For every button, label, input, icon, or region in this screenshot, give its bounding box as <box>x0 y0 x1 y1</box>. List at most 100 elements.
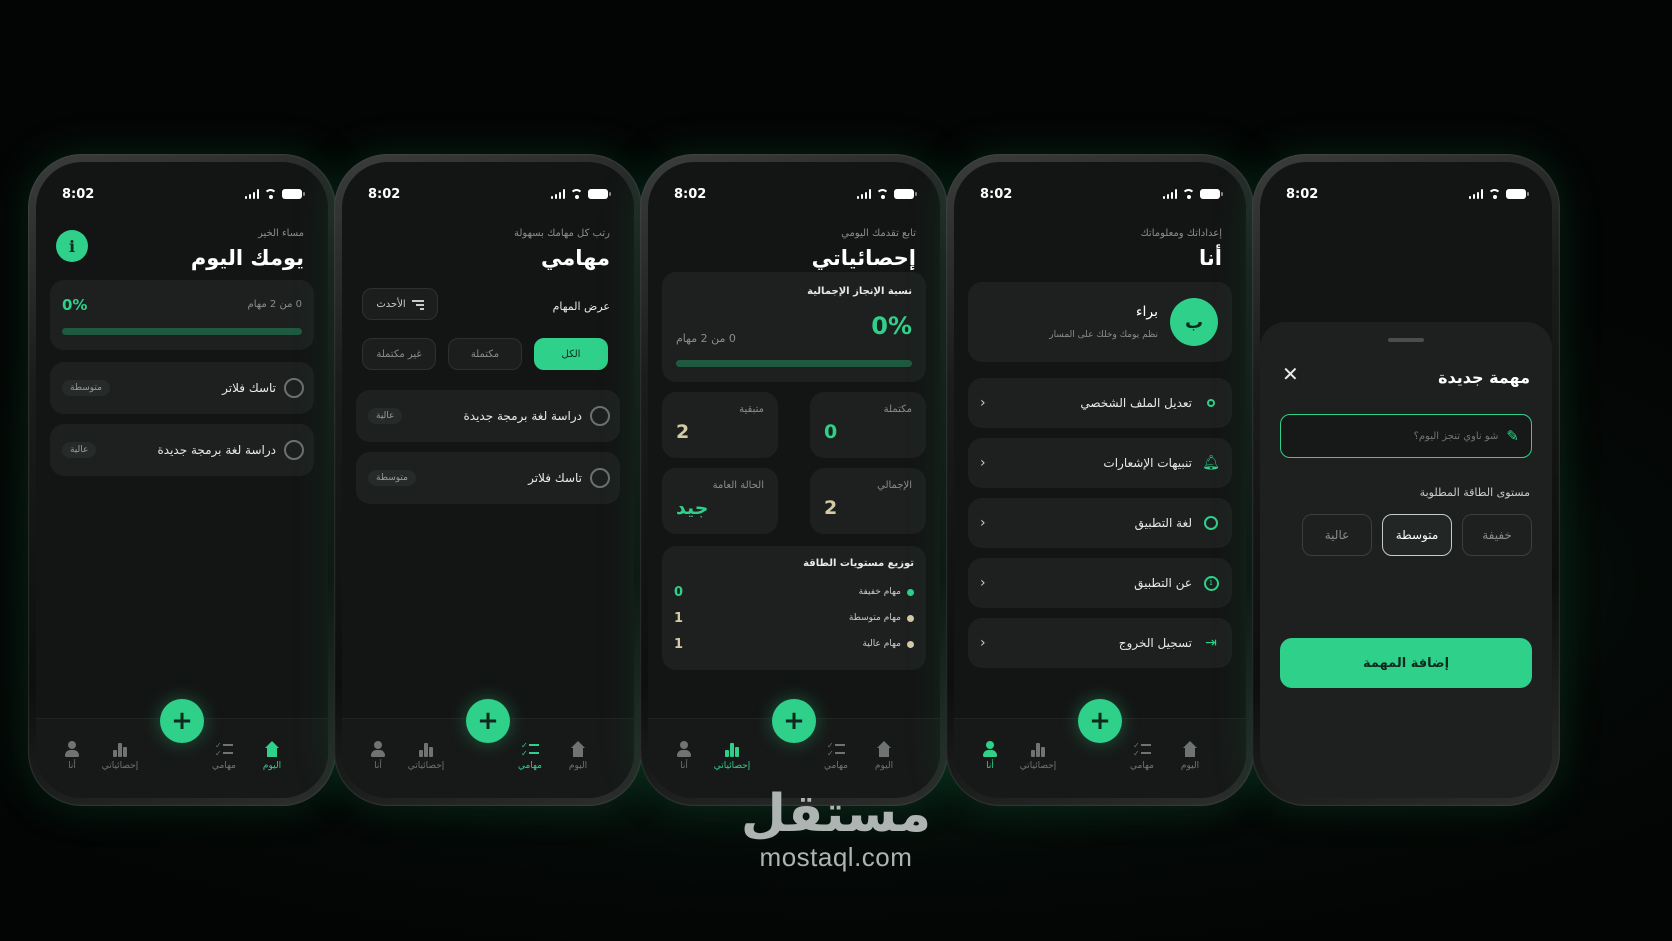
energy-option-medium[interactable]: متوسطة <box>1382 514 1452 556</box>
tab-all[interactable]: الكل <box>534 338 608 370</box>
nav-label: مهامي <box>823 761 849 771</box>
chevron-left-icon: ‹ <box>980 455 986 471</box>
page-subtitle: تابع تقدمك اليومي <box>841 228 916 239</box>
checklist-icon: ✓ ✓ <box>827 741 845 758</box>
menu-about[interactable]: i عن التطبيق ‹ <box>968 558 1232 608</box>
nav-tasks[interactable]: ✓ ✓ مهامي <box>810 741 862 772</box>
phone-new-task-screen: 8:02 مهمة جديدة ✕ ✎ شو ناوي تنجز اليوم؟ … <box>1252 154 1560 806</box>
progress-card: 0% 0 من 2 مهام <box>50 280 314 350</box>
task-item[interactable]: تاسك فلاتر متوسطة <box>356 452 620 504</box>
task-name: تاسك فلاتر <box>528 471 582 485</box>
menu-language[interactable]: لغة التطبيق ‹ <box>968 498 1232 548</box>
task-item[interactable]: دراسة لغة برمجة جديدة عالية <box>356 390 620 442</box>
add-task-button[interactable]: + <box>772 699 816 743</box>
nav-stats[interactable]: إحصائياتي <box>1012 741 1064 771</box>
nav-me[interactable]: أنا <box>964 741 1016 771</box>
nav-me[interactable]: أنا <box>46 741 98 771</box>
status-time: 8:02 <box>674 186 707 202</box>
add-task-button[interactable]: + <box>160 699 204 743</box>
checklist-icon: ✓ ✓ <box>215 741 233 758</box>
task-input-placeholder: شو ناوي تنجز اليوم؟ <box>1413 430 1499 442</box>
task-checkbox[interactable] <box>284 378 304 398</box>
user-tagline: نظم يومك وخلك على المسار <box>1049 330 1158 340</box>
tab-completed[interactable]: مكتملة <box>448 338 522 370</box>
battery-icon <box>588 189 611 199</box>
menu-notifications[interactable]: 🔔︎ تنبيهات الإشعارات ‹ <box>968 438 1232 488</box>
nav-stats[interactable]: إحصائياتي <box>706 741 758 771</box>
status-icons <box>244 189 305 199</box>
signal-icon <box>856 189 871 199</box>
nav-tasks[interactable]: ✓ ✓ مهامي <box>198 741 250 772</box>
nav-label: اليوم <box>262 761 282 771</box>
distribution-row: مهام خفيفة 0 <box>662 584 926 600</box>
nav-today[interactable]: اليوم <box>552 741 604 771</box>
progress-count: 0 من 2 مهام <box>247 299 302 310</box>
energy-option-high[interactable]: عالية <box>1302 514 1372 556</box>
info-button[interactable]: i <box>56 230 88 262</box>
stat-label: الحالة العامة <box>712 480 764 491</box>
priority-badge: عالية <box>62 442 97 458</box>
new-task-screen: 8:02 مهمة جديدة ✕ ✎ شو ناوي تنجز اليوم؟ … <box>1260 162 1552 798</box>
menu-label: تنبيهات الإشعارات <box>1103 456 1192 470</box>
distribution-label: مهام متوسطة <box>848 613 901 623</box>
nav-label: اليوم <box>568 761 588 771</box>
legend-dot <box>907 588 914 596</box>
nav-today[interactable]: اليوم <box>858 741 910 771</box>
page-title: إحصائياتي <box>811 246 916 270</box>
menu-label: عن التطبيق <box>1134 576 1192 590</box>
nav-stats[interactable]: إحصائياتي <box>400 741 452 771</box>
view-tasks-label: عرض المهام <box>552 300 610 313</box>
wifi-icon <box>876 189 889 199</box>
add-task-submit-button[interactable]: إضافة المهمة <box>1280 638 1532 688</box>
sort-label: الأحدث <box>376 298 406 310</box>
close-icon[interactable]: ✕ <box>1282 362 1299 386</box>
energy-option-light[interactable]: خفيفة <box>1462 514 1532 556</box>
nav-tasks[interactable]: ✓ ✓ مهامي <box>504 741 556 772</box>
menu-label: تعديل الملف الشخصي <box>1080 396 1192 410</box>
sheet-handle[interactable] <box>1388 338 1424 342</box>
tab-incomplete[interactable]: غير مكتملة <box>362 338 436 370</box>
menu-logout[interactable]: ⇥ تسجيل الخروج ‹ <box>968 618 1232 668</box>
page-title: أنا <box>1199 246 1222 270</box>
mostaql-logo: مستقل <box>740 784 932 844</box>
home-icon <box>875 741 893 757</box>
bar-chart-icon <box>723 741 741 757</box>
chevron-left-icon: ‹ <box>980 395 986 411</box>
phone-stats-screen: 8:02 تابع تقدمك اليومي إحصائياتي نسبة ال… <box>640 154 948 806</box>
menu-edit-profile[interactable]: تعديل الملف الشخصي ‹ <box>968 378 1232 428</box>
signal-icon <box>244 189 259 199</box>
add-task-button[interactable]: + <box>1078 699 1122 743</box>
nav-me[interactable]: أنا <box>658 741 710 771</box>
task-input[interactable]: ✎ شو ناوي تنجز اليوم؟ <box>1280 414 1532 458</box>
user-icon <box>1202 394 1220 412</box>
sort-icon <box>411 299 424 310</box>
task-name: دراسة لغة برمجة جديدة <box>463 409 583 423</box>
nav-today[interactable]: اليوم <box>1164 741 1216 771</box>
legend-dot <box>907 614 914 622</box>
nav-stats[interactable]: إحصائياتي <box>94 741 146 771</box>
task-checkbox[interactable] <box>590 468 610 488</box>
status-bar: 8:02 <box>368 186 611 202</box>
sort-button[interactable]: الأحدث <box>362 288 438 320</box>
add-task-button[interactable]: + <box>466 699 510 743</box>
signal-icon <box>550 189 565 199</box>
watermark: مستقل mostaql.com <box>0 786 1672 873</box>
tasks-screen: 8:02 رتب كل مهامك بسهولة مهامي عرض المها… <box>342 162 634 798</box>
task-checkbox[interactable] <box>284 440 304 460</box>
task-item[interactable]: دراسة لغة برمجة جديدة عالية <box>50 424 314 476</box>
stat-total: الإجمالي 2 <box>810 468 926 534</box>
nav-me[interactable]: أنا <box>352 741 404 771</box>
bar-chart-icon <box>111 741 129 757</box>
task-checkbox[interactable] <box>590 406 610 426</box>
sheet-title: مهمة جديدة <box>1438 368 1530 387</box>
nav-today[interactable]: اليوم <box>246 741 298 771</box>
task-name: دراسة لغة برمجة جديدة <box>157 443 277 457</box>
edit-note-icon: ✎ <box>1506 427 1519 445</box>
overall-progress-bar <box>676 360 912 367</box>
distribution-value: 1 <box>674 636 684 652</box>
phone-today-screen: 8:02 i مساء الخير يومك اليوم 0% 0 من 2 م… <box>28 154 336 806</box>
page-subtitle: إعداداتك ومعلوماتك <box>1140 228 1223 239</box>
task-item[interactable]: تاسك فلاتر متوسطة <box>50 362 314 414</box>
nav-tasks[interactable]: ✓ ✓ مهامي <box>1116 741 1168 772</box>
checklist-icon: ✓ ✓ <box>521 741 539 758</box>
